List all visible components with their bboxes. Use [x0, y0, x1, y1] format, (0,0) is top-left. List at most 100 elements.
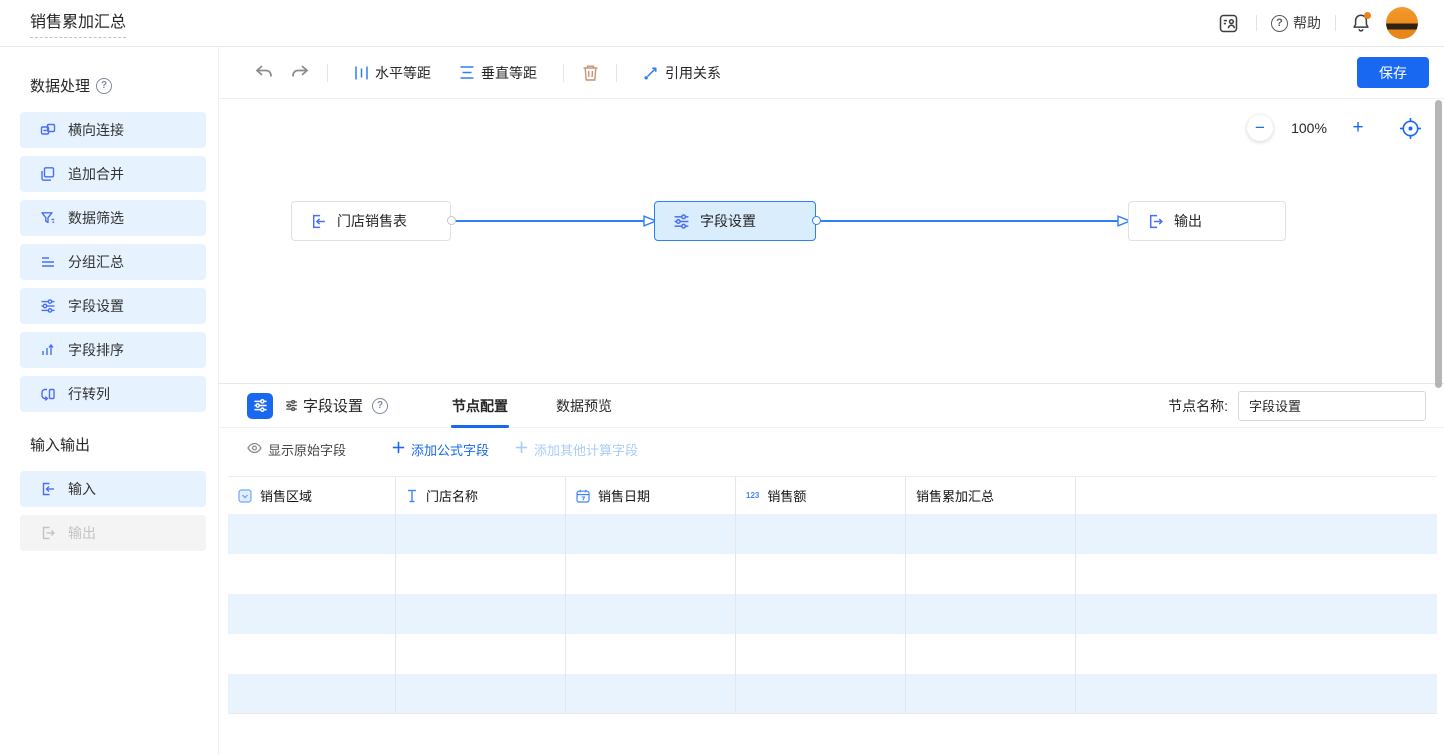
number-type-icon: 123 [746, 491, 759, 500]
node-source-output-port[interactable] [447, 216, 456, 225]
save-button[interactable]: 保存 [1357, 57, 1429, 88]
append-icon [40, 166, 56, 182]
undo-icon[interactable] [249, 59, 277, 87]
fit-view-icon[interactable] [1399, 117, 1422, 140]
sidebar-item-label: 数据筛选 [68, 208, 124, 228]
sidebar-item-label: 追加合并 [68, 164, 124, 184]
sidebar-item-input[interactable]: 输入 [20, 471, 206, 507]
tab-node-config[interactable]: 节点配置 [450, 384, 510, 428]
panel-header: 字段设置 ? 节点配置 数据预览 节点名称: [219, 384, 1444, 428]
plus-icon [392, 441, 405, 457]
zoom-in-button[interactable]: + [1345, 115, 1371, 141]
sidebar-item-label: 字段设置 [68, 296, 124, 316]
field-settings-badge-icon [247, 393, 273, 419]
divider [616, 64, 617, 82]
table-header-row: 销售区域 门店名称 [228, 476, 1437, 514]
app-header: 销售累加汇总 ? 帮助 [0, 0, 1444, 47]
zoom-level: 100% [1273, 120, 1345, 136]
notification-bell-icon[interactable] [1350, 12, 1372, 34]
table-row[interactable] [228, 554, 1437, 594]
group-summary-icon [40, 254, 56, 270]
node-output[interactable]: 输出 [1128, 201, 1286, 241]
column-header-sales-date[interactable]: 销售日期 [566, 477, 736, 514]
sidebar-item-append-merge[interactable]: 追加合并 [20, 156, 206, 192]
section-title: 输入输出 [30, 434, 90, 455]
column-label: 销售额 [767, 486, 806, 505]
sidebar-item-group-summary[interactable]: 分组汇总 [20, 244, 206, 280]
panel-title-text: 字段设置 [303, 395, 363, 416]
node-name-group: 节点名称: [1168, 391, 1426, 421]
edge-fieldsettings-to-output [820, 215, 1131, 227]
node-field-settings[interactable]: 字段设置 [654, 201, 816, 241]
help-button[interactable]: ? 帮助 [1271, 13, 1321, 33]
table-row[interactable] [228, 514, 1437, 554]
sidebar-item-field-settings[interactable]: 字段设置 [20, 288, 206, 324]
sidebar-item-field-sort[interactable]: 字段排序 [20, 332, 206, 368]
column-header-sales-region[interactable]: 销售区域 [228, 477, 396, 514]
horizontal-spacing-label: 水平等距 [375, 63, 431, 83]
delete-icon[interactable] [576, 59, 604, 87]
column-label: 门店名称 [426, 486, 478, 505]
main-area: 水平等距 垂直等距 [219, 47, 1444, 755]
vertical-spacing-icon [459, 65, 475, 80]
vertical-spacing-button[interactable]: 垂直等距 [459, 63, 537, 83]
node-name-input[interactable] [1238, 391, 1426, 421]
table-row[interactable] [228, 594, 1437, 634]
eye-icon [247, 442, 262, 457]
vertical-scrollbar[interactable] [1435, 100, 1442, 388]
panel-actions: 显示原始字段 添加公式字段 添加其他计算字段 [219, 428, 1444, 470]
page-title[interactable]: 销售累加汇总 [30, 8, 126, 38]
horizontal-spacing-button[interactable]: 水平等距 [354, 63, 431, 83]
notification-dot [1364, 12, 1371, 19]
node-name-label: 节点名称: [1168, 396, 1228, 416]
table-row[interactable] [228, 634, 1437, 674]
sidebar-item-output: 输出 [20, 515, 206, 551]
node-field-settings-output-port[interactable] [812, 216, 821, 225]
divider [563, 64, 564, 82]
show-original-fields-button[interactable]: 显示原始字段 [247, 440, 346, 459]
section-help-icon[interactable]: ? [96, 78, 112, 94]
select-type-icon [238, 489, 252, 503]
column-header-cumulative-sum[interactable]: 销售累加汇总 [906, 477, 1076, 514]
fields-table: 销售区域 门店名称 [228, 476, 1437, 714]
zoom-out-button[interactable]: − [1247, 115, 1273, 141]
panel-tabs: 节点配置 数据预览 [450, 384, 658, 428]
column-label: 销售日期 [598, 486, 650, 505]
sidebar-item-label: 分组汇总 [68, 252, 124, 272]
plus-icon [515, 441, 528, 457]
sidebar-item-horizontal-join[interactable]: 横向连接 [20, 112, 206, 148]
vertical-spacing-label: 垂直等距 [481, 63, 537, 83]
flow-canvas[interactable]: − 100% + [219, 99, 1444, 383]
sort-icon [40, 342, 56, 358]
node-source-table[interactable]: 门店销售表 [291, 201, 451, 241]
show-original-fields-label: 显示原始字段 [268, 440, 346, 459]
table-body [228, 514, 1437, 714]
sidebar-item-row-to-column[interactable]: 行转列 [20, 376, 206, 412]
help-icon: ? [1271, 15, 1288, 32]
node-label: 输出 [1174, 211, 1202, 231]
changelog-icon[interactable] [1214, 9, 1242, 37]
column-header-sales-amount[interactable]: 123 销售额 [736, 477, 906, 514]
column-label: 销售累加汇总 [916, 486, 994, 505]
sidebar-item-data-filter[interactable]: 数据筛选 [20, 200, 206, 236]
tab-data-preview[interactable]: 数据预览 [554, 384, 614, 428]
node-label: 门店销售表 [337, 211, 407, 231]
reference-relations-button[interactable]: 引用关系 [643, 63, 721, 83]
table-row[interactable] [228, 674, 1437, 714]
sidebar-item-label: 字段排序 [68, 340, 124, 360]
sidebar-item-label: 输出 [68, 523, 96, 543]
panel-help-icon[interactable]: ? [372, 398, 388, 414]
output-icon [40, 525, 56, 541]
avatar[interactable] [1386, 7, 1418, 39]
sidebar-item-label: 横向连接 [68, 120, 124, 140]
divider [1256, 15, 1257, 31]
add-other-calc-field-label: 添加其他计算字段 [534, 440, 638, 459]
panel-title: 字段设置 ? [285, 395, 388, 416]
section-title: 数据处理 [30, 75, 90, 96]
sliders-mini-icon [285, 399, 298, 412]
sidebar-section-data-processing: 数据处理 ? [30, 75, 205, 96]
join-icon [40, 122, 56, 138]
add-formula-field-button[interactable]: 添加公式字段 [392, 440, 489, 459]
column-header-store-name[interactable]: 门店名称 [396, 477, 566, 514]
redo-icon[interactable] [287, 59, 315, 87]
